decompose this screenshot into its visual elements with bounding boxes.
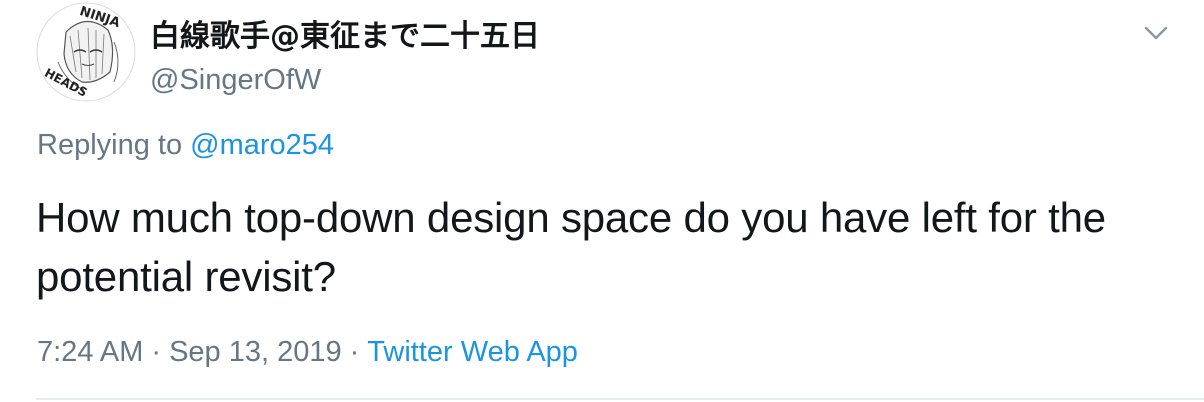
- reply-mention-link[interactable]: @maro254: [190, 129, 334, 161]
- author-block: 白線歌手@東征まで二十五日 @SingerOfW: [150, 18, 540, 98]
- tweet-time[interactable]: 7:24 AM: [37, 336, 143, 368]
- tweet-source-link[interactable]: Twitter Web App: [367, 336, 578, 368]
- chevron-down-icon: [1144, 26, 1168, 40]
- avatar[interactable]: NINJA HEADS: [36, 2, 136, 102]
- tweet-date[interactable]: Sep 13, 2019: [169, 336, 342, 368]
- avatar-image: NINJA HEADS: [36, 2, 136, 102]
- meta-separator: ·: [349, 336, 360, 368]
- meta-separator: ·: [151, 336, 162, 368]
- user-handle[interactable]: @SingerOfW: [150, 62, 540, 98]
- replying-to: Replying to @maro254: [37, 127, 334, 163]
- replying-prefix: Replying to: [37, 129, 183, 161]
- tweet-meta: 7:24 AM · Sep 13, 2019 · Twitter Web App: [37, 334, 578, 370]
- display-name[interactable]: 白線歌手@東征まで二十五日: [150, 18, 540, 56]
- tweet-text: How much top-down design space do you ha…: [36, 194, 1106, 300]
- tweet-card: NINJA HEADS 白線歌手@東征まで二十五日 @SingerOfW Rep…: [0, 0, 1204, 402]
- divider: [36, 398, 1204, 400]
- tweet-menu-button[interactable]: [1140, 22, 1172, 46]
